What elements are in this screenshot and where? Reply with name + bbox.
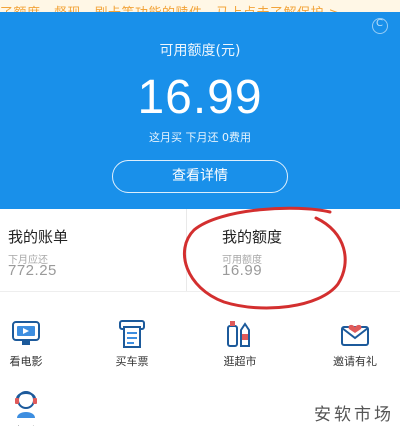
red-circle-annotation bbox=[183, 206, 347, 310]
service-label: 看电影 bbox=[9, 355, 43, 368]
repayment-hint: 这月买 下月还 0费用 bbox=[149, 131, 251, 144]
service-invite[interactable]: 邀请有礼 bbox=[315, 318, 395, 370]
service-movie[interactable]: 看电影 bbox=[0, 318, 66, 370]
next-month-due-value: 772.25 bbox=[8, 262, 57, 279]
copyright-icon bbox=[372, 18, 388, 34]
view-details-button[interactable]: 查看详情 bbox=[112, 160, 288, 193]
available-credit-amount: 16.99 bbox=[137, 71, 263, 124]
help-icon bbox=[15, 391, 37, 418]
service-label: 逛超市 bbox=[223, 355, 257, 368]
invite-icon bbox=[341, 324, 369, 346]
supermarket-icon bbox=[227, 321, 250, 347]
ticket-icon bbox=[119, 320, 145, 348]
my-bill-title: 我的账单 bbox=[8, 228, 69, 246]
available-credit-label: 可用额度(元) bbox=[159, 43, 241, 59]
watermark-text: 安软市场 bbox=[314, 405, 394, 425]
credit-summary-panel: 可用额度(元) 16.99 这月买 下月还 0费用 查看详情 bbox=[0, 12, 400, 209]
service-label: 买车票 bbox=[115, 355, 149, 368]
movie-icon bbox=[12, 321, 40, 345]
service-supermarket[interactable]: 逛超市 bbox=[200, 318, 280, 370]
service-help[interactable]: 帮助 bbox=[0, 388, 66, 426]
service-label: 邀请有礼 bbox=[333, 355, 377, 368]
service-ticket[interactable]: 买车票 bbox=[92, 318, 172, 370]
